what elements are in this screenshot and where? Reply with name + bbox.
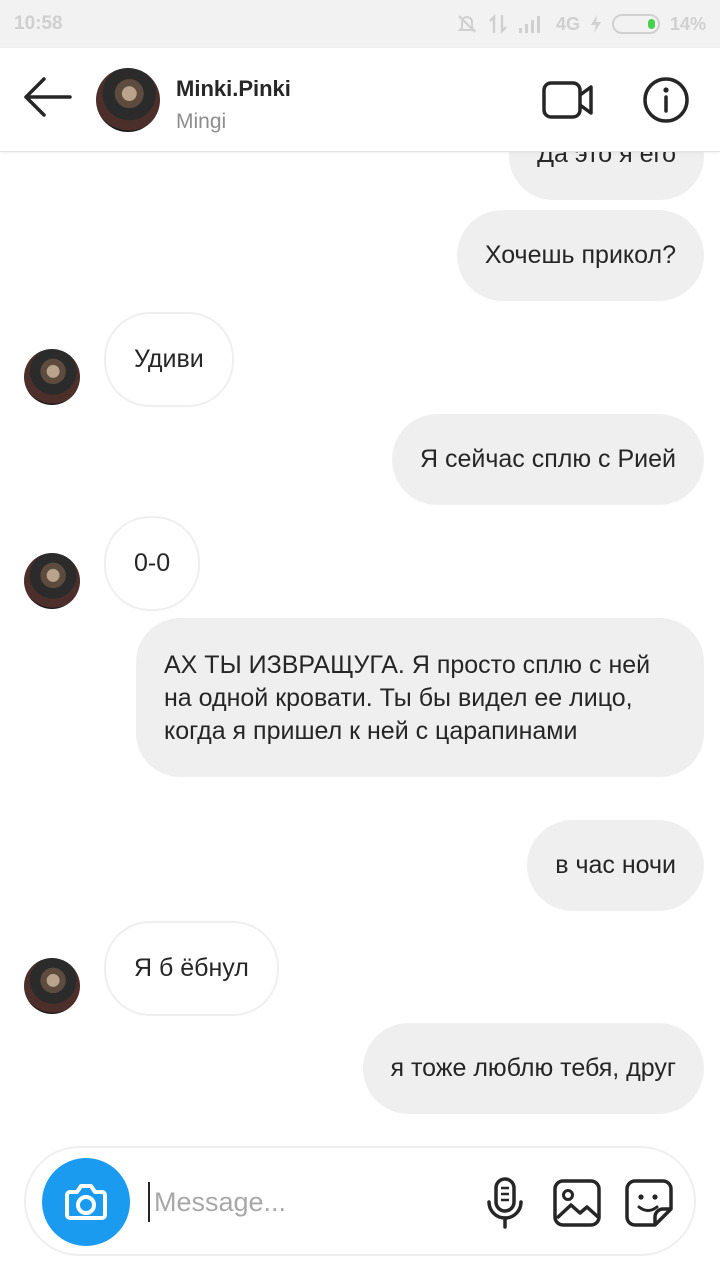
message-bubble-outgoing[interactable]: Я сейчас сплю с Рией xyxy=(391,414,704,505)
gallery-button[interactable] xyxy=(552,1178,602,1228)
message-bubble-outgoing[interactable]: АХ ТЫ ИЗВРАЩУГА. Я просто сплю с ней на … xyxy=(136,618,704,777)
sender-avatar[interactable] xyxy=(24,349,80,405)
camera-icon xyxy=(65,1184,107,1220)
message-input[interactable] xyxy=(148,1182,448,1222)
message-bubble-incoming[interactable]: Удиви xyxy=(104,312,234,407)
message-bubble-incoming[interactable]: 0-0 xyxy=(104,516,201,611)
arrow-left-icon xyxy=(24,77,72,117)
back-button[interactable] xyxy=(20,72,76,122)
voice-message-button[interactable] xyxy=(482,1176,528,1230)
message-text: в час ночи xyxy=(555,851,676,879)
message-composer xyxy=(24,1146,696,1256)
video-call-button[interactable] xyxy=(540,74,596,126)
message-text: Я б ёбнул xyxy=(134,954,249,982)
sender-avatar[interactable] xyxy=(24,958,80,1014)
message-text: Я сейчас сплю с Рией xyxy=(419,445,676,473)
message-text: Удиви xyxy=(134,345,204,373)
contact-avatar[interactable] xyxy=(96,68,160,132)
message-bubble-outgoing[interactable]: я тоже люблю тебя, друг xyxy=(362,1023,704,1114)
message-text: 0-0 xyxy=(134,549,171,577)
sticker-icon xyxy=(625,1179,673,1227)
message-text: Хочешь прикол? xyxy=(484,241,676,269)
sender-avatar[interactable] xyxy=(24,553,80,609)
camera-button[interactable] xyxy=(42,1158,130,1246)
microphone-icon xyxy=(487,1177,523,1229)
message-bubble-outgoing[interactable]: Хочешь прикол? xyxy=(456,210,704,301)
message-thread[interactable]: Да это я его Хочешь прикол? Удиви Я сейч… xyxy=(0,0,720,1280)
info-button[interactable] xyxy=(640,74,692,126)
message-text: АХ ТЫ ИЗВРАЩУГА. Я просто сплю с ней на … xyxy=(164,651,651,745)
message-bubble-outgoing[interactable]: в час ночи xyxy=(527,820,704,911)
video-camera-icon xyxy=(542,81,593,119)
message-text: я тоже люблю тебя, друг xyxy=(390,1054,677,1082)
image-icon xyxy=(553,1179,601,1227)
chat-header: Minki.Pinki Mingi xyxy=(0,48,720,152)
contact-username[interactable]: Minki.Pinki xyxy=(176,76,291,102)
info-icon xyxy=(643,77,689,123)
contact-name: Mingi xyxy=(176,110,227,133)
sticker-button[interactable] xyxy=(624,1178,674,1228)
message-bubble-incoming[interactable]: Я б ёбнул xyxy=(104,921,279,1016)
